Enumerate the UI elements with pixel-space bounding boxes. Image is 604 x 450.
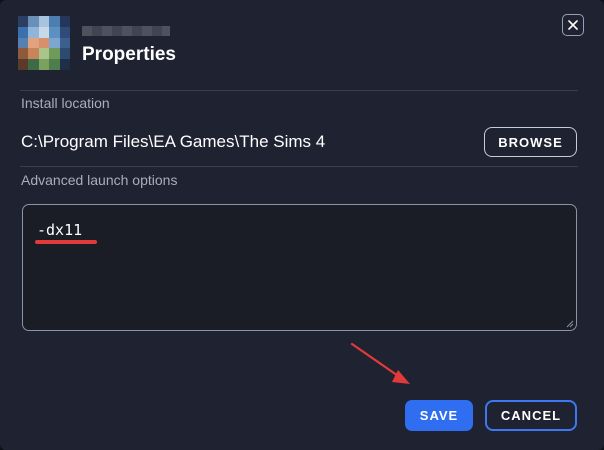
resize-grip-icon[interactable] (564, 318, 574, 328)
install-location-label: Install location (21, 95, 110, 111)
properties-dialog: Properties Install location C:\Program F… (0, 0, 604, 450)
launch-options-value: -dx11 (37, 221, 83, 239)
annotation-arrow-icon (350, 342, 410, 384)
save-button[interactable]: SAVE (405, 400, 473, 431)
close-icon (568, 20, 578, 30)
annotation-underline (35, 240, 97, 244)
game-thumbnail (18, 16, 70, 70)
cancel-button[interactable]: CANCEL (485, 400, 577, 431)
install-path: C:\Program Files\EA Games\The Sims 4 (21, 132, 326, 151)
launch-options-label: Advanced launch options (21, 172, 178, 188)
launch-options-textarea[interactable]: -dx11 (22, 204, 577, 331)
close-button[interactable] (562, 14, 584, 36)
browse-button[interactable]: BROWSE (484, 127, 577, 157)
blurred-game-name (82, 26, 170, 36)
section-divider (20, 166, 578, 167)
dialog-title: Properties (82, 44, 176, 65)
header-divider (20, 90, 578, 91)
